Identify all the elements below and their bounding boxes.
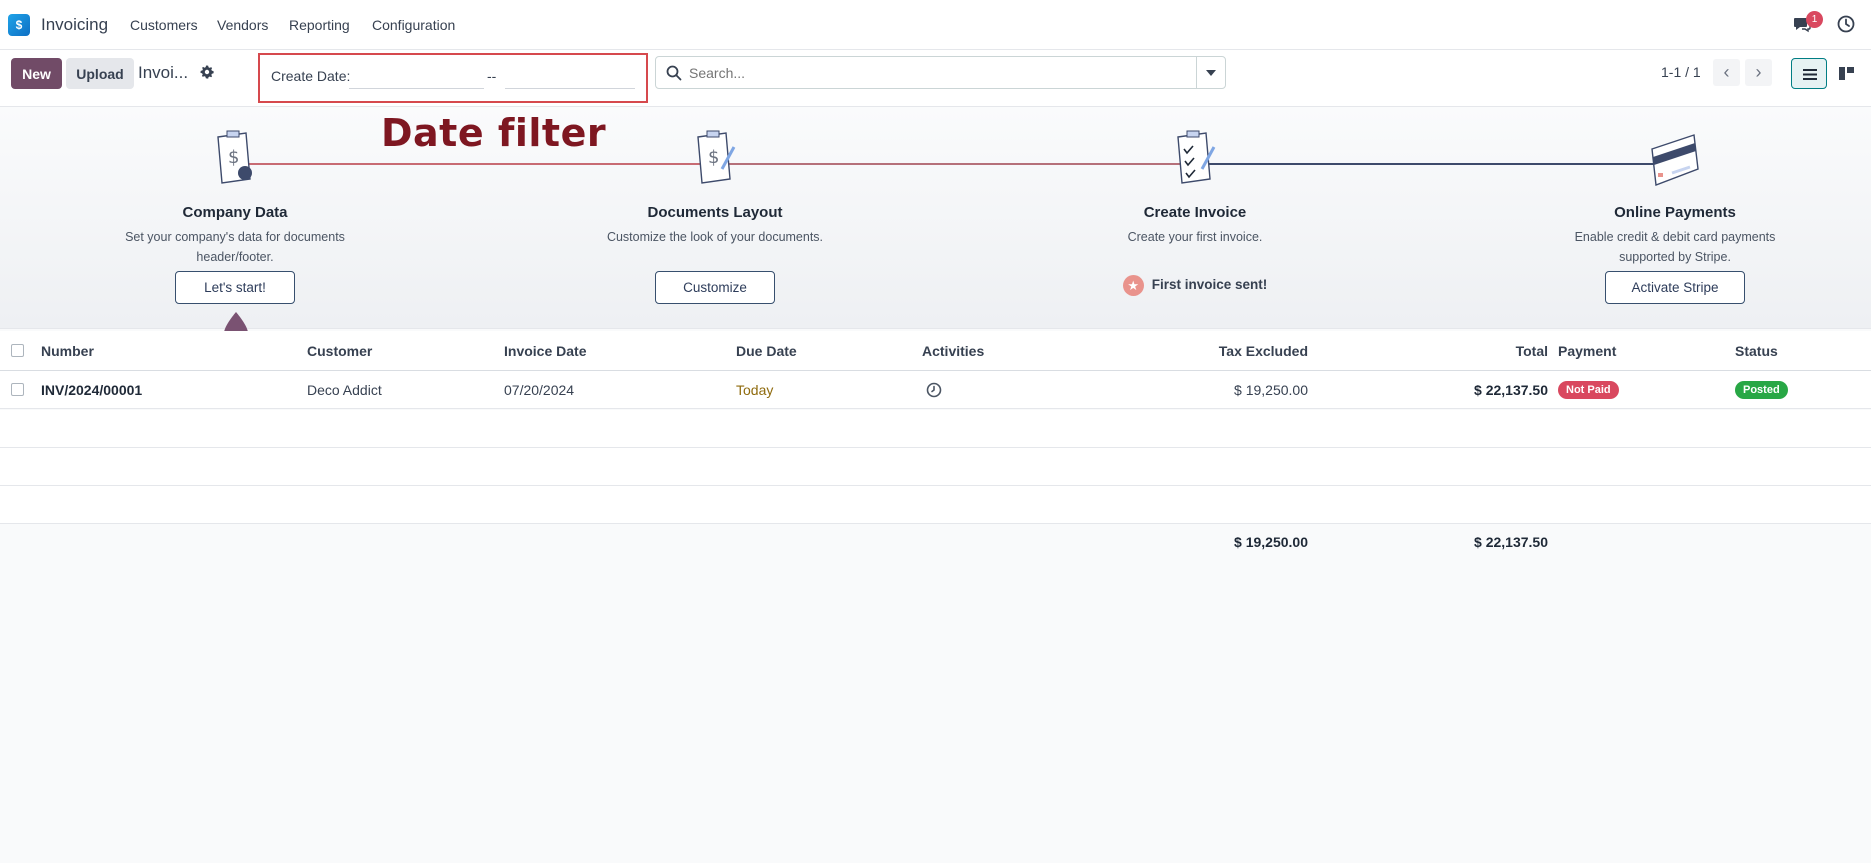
search-options-toggle[interactable]	[1196, 57, 1225, 88]
step-done-text: First invoice sent!	[1151, 277, 1268, 293]
progress-line	[240, 163, 720, 165]
table-totals: $ 19,250.00 $ 22,137.50	[0, 524, 1871, 564]
column-tax-excluded[interactable]: Tax Excluded	[1219, 343, 1308, 359]
clock-icon[interactable]	[1836, 14, 1856, 34]
date-from-input[interactable]	[349, 63, 484, 89]
lets-start-button[interactable]: Let's start!	[175, 271, 295, 304]
upload-button[interactable]: Upload	[66, 58, 134, 89]
column-total[interactable]: Total	[1516, 343, 1548, 359]
empty-row	[0, 448, 1871, 486]
payment-status-badge: Not Paid	[1558, 381, 1619, 399]
control-panel: New Upload Invoi... Create Date: -- 1-1 …	[0, 50, 1871, 107]
step-description: Customize the look of your documents.	[606, 230, 824, 244]
table-row[interactable]: INV/2024/00001 Deco Addict 07/20/2024 To…	[0, 371, 1871, 409]
column-number[interactable]: Number	[41, 343, 94, 359]
checklist-icon	[1177, 130, 1216, 184]
date-to-input[interactable]	[505, 63, 635, 89]
menu-configuration[interactable]: Configuration	[372, 17, 455, 33]
invoice-customer: Deco Addict	[307, 382, 382, 398]
status-badge: Posted	[1735, 381, 1788, 399]
date-filter-annotation: Date filter	[381, 111, 607, 155]
star-icon: ★	[1122, 275, 1144, 296]
new-button[interactable]: New	[11, 58, 62, 89]
search-bar	[655, 56, 1226, 89]
clipboard-dollar-icon: $	[217, 130, 252, 184]
row-checkbox[interactable]	[11, 383, 24, 396]
top-navbar: $ Invoicing Customers Vendors Reporting …	[0, 0, 1871, 50]
gear-icon[interactable]	[199, 64, 215, 80]
clipboard-pencil-icon: $	[697, 130, 736, 184]
activate-stripe-button[interactable]: Activate Stripe	[1605, 271, 1745, 304]
column-customer[interactable]: Customer	[307, 343, 372, 359]
invoicing-app-icon[interactable]: $	[8, 14, 32, 38]
date-filter: Create Date: --	[258, 53, 648, 103]
step-description: Create your first invoice.	[1127, 230, 1263, 244]
total-tax-excluded: $ 19,250.00	[1234, 534, 1308, 550]
list-view-icon	[1803, 69, 1817, 80]
search-input[interactable]	[689, 62, 1169, 84]
activity-clock-icon[interactable]	[926, 382, 942, 398]
app-name[interactable]: Invoicing	[41, 15, 108, 35]
column-payment[interactable]: Payment	[1558, 343, 1616, 359]
svg-text:$: $	[228, 147, 239, 168]
breadcrumb[interactable]: Invoi...	[138, 63, 188, 83]
chat-badge: 1	[1806, 11, 1823, 28]
pager-next-button[interactable]: ›	[1745, 59, 1772, 86]
step-done-status: ★ First invoice sent!	[1055, 275, 1335, 296]
empty-row	[0, 410, 1871, 448]
table-header: Number Customer Invoice Date Due Date Ac…	[0, 331, 1871, 371]
column-due-date[interactable]: Due Date	[736, 343, 797, 359]
step-title: Documents Layout	[647, 204, 783, 221]
svg-text:$: $	[708, 147, 719, 168]
date-range-separator: --	[487, 68, 497, 84]
invoice-total: $ 22,137.50	[1474, 382, 1548, 398]
column-activities[interactable]: Activities	[922, 343, 984, 359]
date-filter-label: Create Date:	[271, 68, 351, 84]
onboarding-panel: $ Company Data Set your company's data f…	[0, 107, 1871, 329]
invoice-tax-excluded: $ 19,250.00	[1234, 382, 1308, 398]
menu-vendors[interactable]: Vendors	[217, 17, 268, 33]
invoice-number: INV/2024/00001	[41, 382, 143, 398]
step-description: Enable credit & debit card payments supp…	[1574, 230, 1776, 264]
step-description: Set your company's data for documents he…	[125, 230, 345, 264]
step-title: Company Data	[182, 204, 288, 221]
search-icon	[666, 65, 682, 81]
menu-customers[interactable]: Customers	[130, 17, 198, 33]
column-invoice-date[interactable]: Invoice Date	[504, 343, 586, 359]
invoice-due-date: Today	[736, 382, 774, 398]
column-status[interactable]: Status	[1735, 343, 1778, 359]
kanban-view-icon	[1839, 67, 1854, 80]
pager-previous-button[interactable]: ‹	[1713, 59, 1740, 86]
step-title: Create Invoice	[1143, 204, 1247, 221]
menu-reporting[interactable]: Reporting	[289, 17, 350, 33]
kanban-view-button[interactable]	[1829, 58, 1865, 89]
invoice-date: 07/20/2024	[504, 382, 575, 398]
step-title: Online Payments	[1614, 204, 1736, 221]
select-all-checkbox[interactable]	[11, 344, 24, 357]
total-amount: $ 22,137.50	[1474, 534, 1548, 550]
list-view-button[interactable]	[1791, 58, 1827, 89]
empty-row	[0, 486, 1871, 524]
pager-value[interactable]: 1-1 / 1	[1661, 64, 1701, 80]
progress-line	[1200, 163, 1680, 165]
credit-card-icon	[1651, 134, 1699, 186]
customize-button[interactable]: Customize	[655, 271, 775, 304]
progress-line	[720, 163, 1200, 165]
